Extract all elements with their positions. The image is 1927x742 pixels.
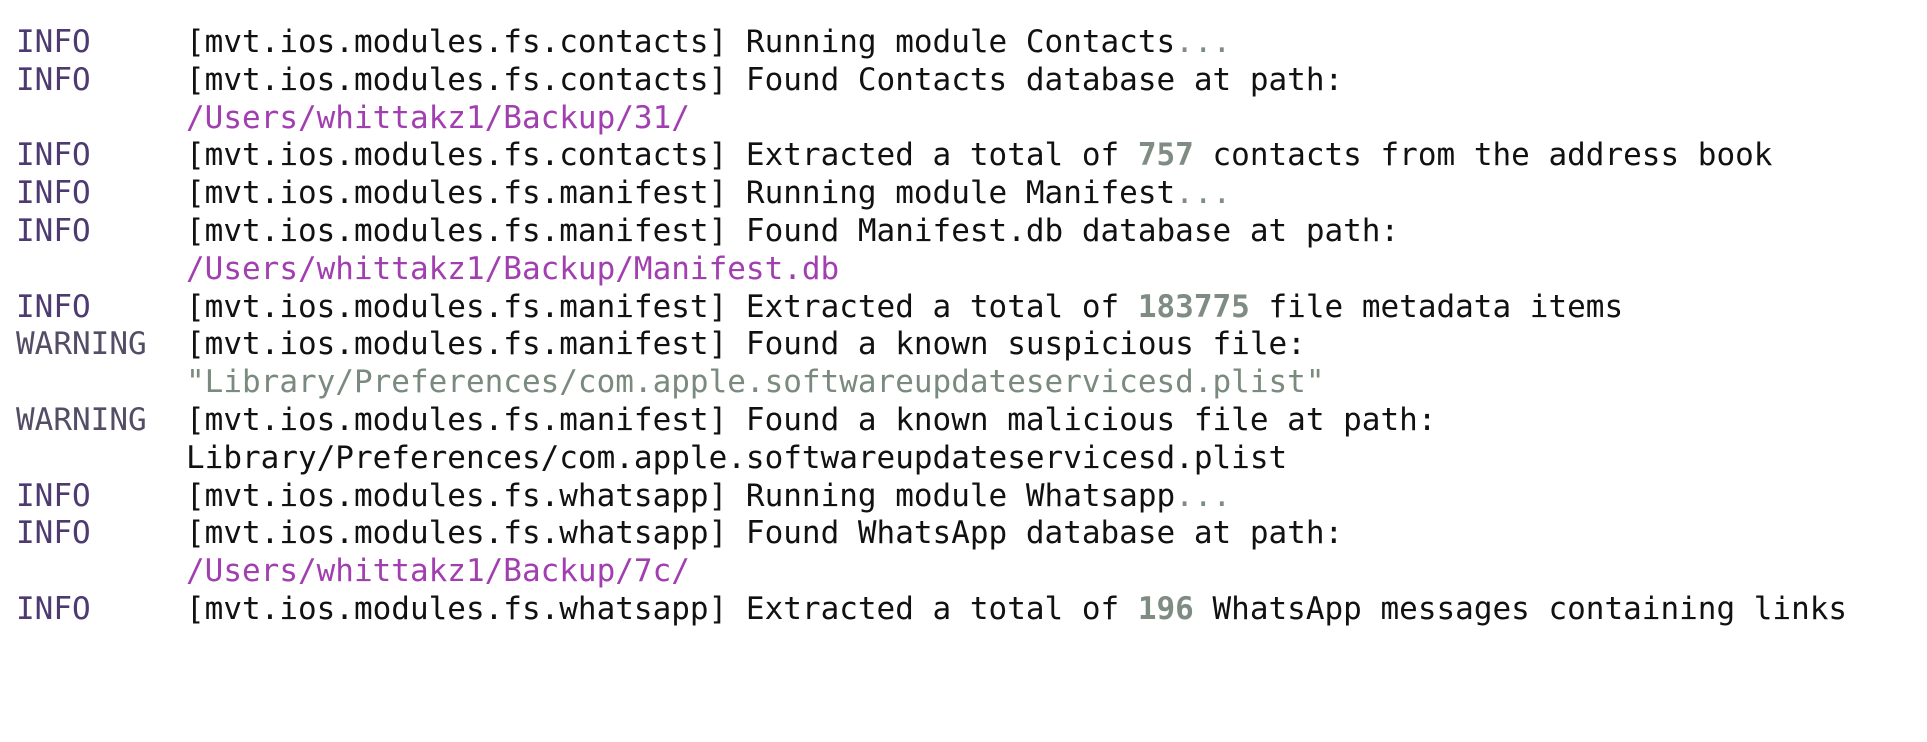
count-value: 757 [1137, 137, 1194, 174]
logger-name: [mvt.ios.modules.fs.contacts] [186, 61, 728, 98]
file-path: /Users/whittakz1/Backup/7c/ [186, 553, 690, 590]
log-level: INFO [16, 61, 91, 98]
logger-name: [mvt.ios.modules.fs.whatsapp] [186, 590, 728, 627]
ellipsis: ... [1175, 477, 1232, 514]
log-line: INFO [mvt.ios.modules.fs.contacts] Extra… [16, 137, 1916, 175]
log-message: [mvt.ios.modules.fs.whatsapp] Found What… [186, 515, 1343, 553]
log-level: INFO [16, 212, 91, 249]
file-path-plain: Library/Preferences/com.apple.softwareup… [186, 439, 1288, 476]
log-continuation-line: Library/Preferences/com.apple.softwareup… [16, 440, 1916, 478]
file-path: /Users/whittakz1/Backup/31/ [186, 99, 690, 136]
log-message: [mvt.ios.modules.fs.contacts] Running mo… [186, 24, 1231, 62]
logger-name: [mvt.ios.modules.fs.contacts] [186, 24, 728, 60]
log-line-warning: WARNING [mvt.ios.modules.fs.manifest] Fo… [16, 326, 1916, 364]
file-path: /Users/whittakz1/Backup/Manifest.db [186, 250, 840, 287]
ellipsis: ... [1175, 24, 1232, 60]
message-text: Running module Whatsapp [727, 477, 1176, 514]
log-message: [mvt.ios.modules.fs.whatsapp] Extracted … [186, 591, 1847, 629]
log-message: [mvt.ios.modules.fs.whatsapp] Running mo… [186, 478, 1231, 516]
log-level: INFO [16, 515, 91, 552]
count-value: 196 [1137, 590, 1194, 627]
log-level: INFO [16, 175, 91, 212]
message-text: Found WhatsApp database at path: [727, 515, 1344, 552]
log-level: INFO [16, 477, 91, 514]
log-message: [mvt.ios.modules.fs.manifest] Found a kn… [186, 326, 1306, 364]
log-line: INFO [mvt.ios.modules.fs.contacts] Found… [16, 62, 1916, 100]
logger-name: [mvt.ios.modules.fs.whatsapp] [186, 477, 728, 514]
log-continuation-line: /Users/whittakz1/Backup/Manifest.db [16, 251, 1916, 289]
log-line: INFO [mvt.ios.modules.fs.whatsapp] Found… [16, 515, 1916, 553]
log-line: INFO [mvt.ios.modules.fs.contacts] Runni… [16, 24, 1916, 62]
message-text: Extracted a total of [727, 288, 1138, 325]
terminal-log-output: INFO [mvt.ios.modules.fs.contacts] Runni… [16, 24, 1916, 629]
logger-name: [mvt.ios.modules.fs.manifest] [186, 288, 728, 325]
message-text: Running module Manifest [727, 175, 1176, 212]
logger-name: [mvt.ios.modules.fs.manifest] [186, 175, 728, 212]
log-level: INFO [16, 590, 91, 627]
log-message: [mvt.ios.modules.fs.contacts] Extracted … [186, 137, 1772, 175]
log-line: INFO [mvt.ios.modules.fs.whatsapp] Runni… [16, 478, 1916, 516]
message-text: WhatsApp messages containing links [1193, 590, 1848, 627]
logger-name: [mvt.ios.modules.fs.whatsapp] [186, 515, 728, 552]
log-message: [mvt.ios.modules.fs.contacts] Found Cont… [186, 62, 1343, 100]
message-text: Running module Contacts [727, 24, 1176, 60]
log-message: [mvt.ios.modules.fs.manifest] Found a kn… [186, 402, 1436, 440]
ellipsis: ... [1175, 175, 1232, 212]
logger-name: [mvt.ios.modules.fs.manifest] [186, 212, 728, 249]
logger-name: [mvt.ios.modules.fs.contacts] [186, 137, 728, 174]
message-text: Found a known suspicious file: [727, 326, 1306, 363]
log-line: INFO [mvt.ios.modules.fs.manifest] Found… [16, 213, 1916, 251]
log-level: WARNING [16, 326, 147, 363]
message-text: Extracted a total of [727, 137, 1138, 174]
logger-name: [mvt.ios.modules.fs.manifest] [186, 326, 728, 363]
message-text: Found a known malicious file at path: [727, 401, 1437, 438]
logger-name: [mvt.ios.modules.fs.manifest] [186, 401, 728, 438]
log-line: INFO [mvt.ios.modules.fs.whatsapp] Extra… [16, 591, 1916, 629]
log-line-warning: WARNING [mvt.ios.modules.fs.manifest] Fo… [16, 402, 1916, 440]
log-line: INFO [mvt.ios.modules.fs.manifest] Extra… [16, 289, 1916, 327]
message-text: Extracted a total of [727, 590, 1138, 627]
log-continuation-line: "Library/Preferences/com.apple.softwareu… [16, 364, 1916, 402]
log-level: WARNING [16, 401, 147, 438]
log-message: [mvt.ios.modules.fs.manifest] Running mo… [186, 175, 1231, 213]
count-value: 183775 [1137, 288, 1250, 325]
quoted-file-path: "Library/Preferences/com.apple.softwareu… [186, 364, 1325, 401]
log-level: INFO [16, 24, 91, 60]
message-text: file metadata items [1249, 288, 1624, 325]
log-message: [mvt.ios.modules.fs.manifest] Extracted … [186, 289, 1623, 327]
message-text: contacts from the address book [1193, 137, 1773, 174]
message-text: Found Contacts database at path: [727, 61, 1344, 98]
log-line: INFO [mvt.ios.modules.fs.manifest] Runni… [16, 175, 1916, 213]
log-level: INFO [16, 137, 91, 174]
log-continuation-line: /Users/whittakz1/Backup/7c/ [16, 553, 1916, 591]
log-message: [mvt.ios.modules.fs.manifest] Found Mani… [186, 213, 1399, 251]
message-text: Found Manifest.db database at path: [727, 212, 1400, 249]
log-level: INFO [16, 288, 91, 325]
log-continuation-line: /Users/whittakz1/Backup/31/ [16, 100, 1916, 138]
